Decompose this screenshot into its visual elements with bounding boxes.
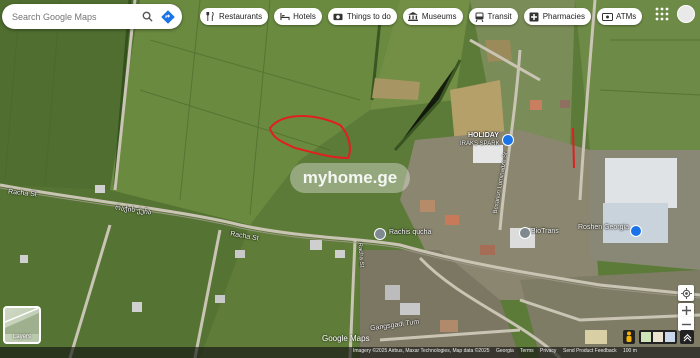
imagery-attribution: Imagery ©2025 Airbus, Maxar Technologies… [353,348,490,354]
footer-link-privacy[interactable]: Privacy [540,348,556,354]
restaurant-icon [205,11,216,22]
chip-transit[interactable]: Transit [468,8,518,25]
apps-grid-icon[interactable] [654,6,670,22]
chip-things-to-do[interactable]: Things to do [327,8,397,25]
layers-label: Layers [12,334,31,340]
my-location-button[interactable] [678,285,694,301]
transit-icon [474,11,485,22]
chip-label: Restaurants [219,12,263,21]
chevron-up-icon [683,333,691,341]
museum-icon [408,11,419,22]
biotrans-label: BioTrans [531,228,559,235]
holiday-sub-label: IRAKS SPARK [460,141,500,147]
chip-label: Hotels [293,12,316,21]
pharmacy-icon [529,11,540,22]
chip-atms[interactable]: ATMs [596,8,643,25]
chip-label: Pharmacies [542,12,585,21]
hotel-icon [279,11,290,22]
roshen-label: Roshen Georgia [578,224,629,231]
camera-icon [333,11,344,22]
roshen-pin[interactable] [630,225,642,237]
category-chips: Restaurants Hotels Things to do Museums … [200,8,643,25]
search-box[interactable] [2,4,182,29]
chip-restaurants[interactable]: Restaurants [200,8,269,25]
biotrans-pin[interactable] [519,227,531,239]
expand-button[interactable] [680,330,694,344]
pegman-button[interactable] [623,330,635,344]
footer-link-georgia[interactable]: Georgia [496,348,514,354]
footer-link-feedback[interactable]: Send Product Feedback [563,348,617,354]
layers-button[interactable]: Layers [3,306,41,344]
chip-museums[interactable]: Museums [402,8,463,25]
chip-label: Transit [487,12,512,21]
holiday-label: HOLIDAY [468,132,499,139]
account-avatar[interactable] [677,5,695,23]
chip-label: Museums [421,12,457,21]
chip-hotels[interactable]: Hotels [274,8,322,25]
thumbnail-transit[interactable] [665,332,675,342]
myhome-watermark: myhome.ge [290,163,410,193]
my-location-icon [680,287,692,299]
directions-icon[interactable] [157,6,179,28]
chip-label: Things to do [346,12,391,21]
layers-thumbnail [5,308,39,334]
scale-label: 100 m [623,348,637,354]
thumbnail-terrain[interactable] [641,332,651,342]
map-thumbnails[interactable] [639,330,677,344]
chip-label: ATMs [615,12,637,21]
search-input[interactable] [2,5,137,28]
minus-icon [681,323,691,325]
rachis-qucha-label: Rachis qucha [389,229,432,236]
zoom-in-button[interactable] [678,303,694,317]
zoom-out-button[interactable] [678,317,694,331]
atm-icon [601,11,613,22]
footer-link-terms[interactable]: Terms [520,348,534,354]
chip-pharmacies[interactable]: Pharmacies [523,8,591,25]
search-icon[interactable] [137,6,157,28]
rachis-qucha-pin[interactable] [374,228,386,240]
pegman-icon [626,331,632,342]
thumbnail-traffic[interactable] [653,332,663,342]
holiday-pin[interactable] [502,134,514,146]
plus-icon [681,305,691,315]
attribution-bar: Imagery ©2025 Airbus, Maxar Technologies… [0,347,700,358]
google-maps-logo: Google Maps [322,334,370,343]
